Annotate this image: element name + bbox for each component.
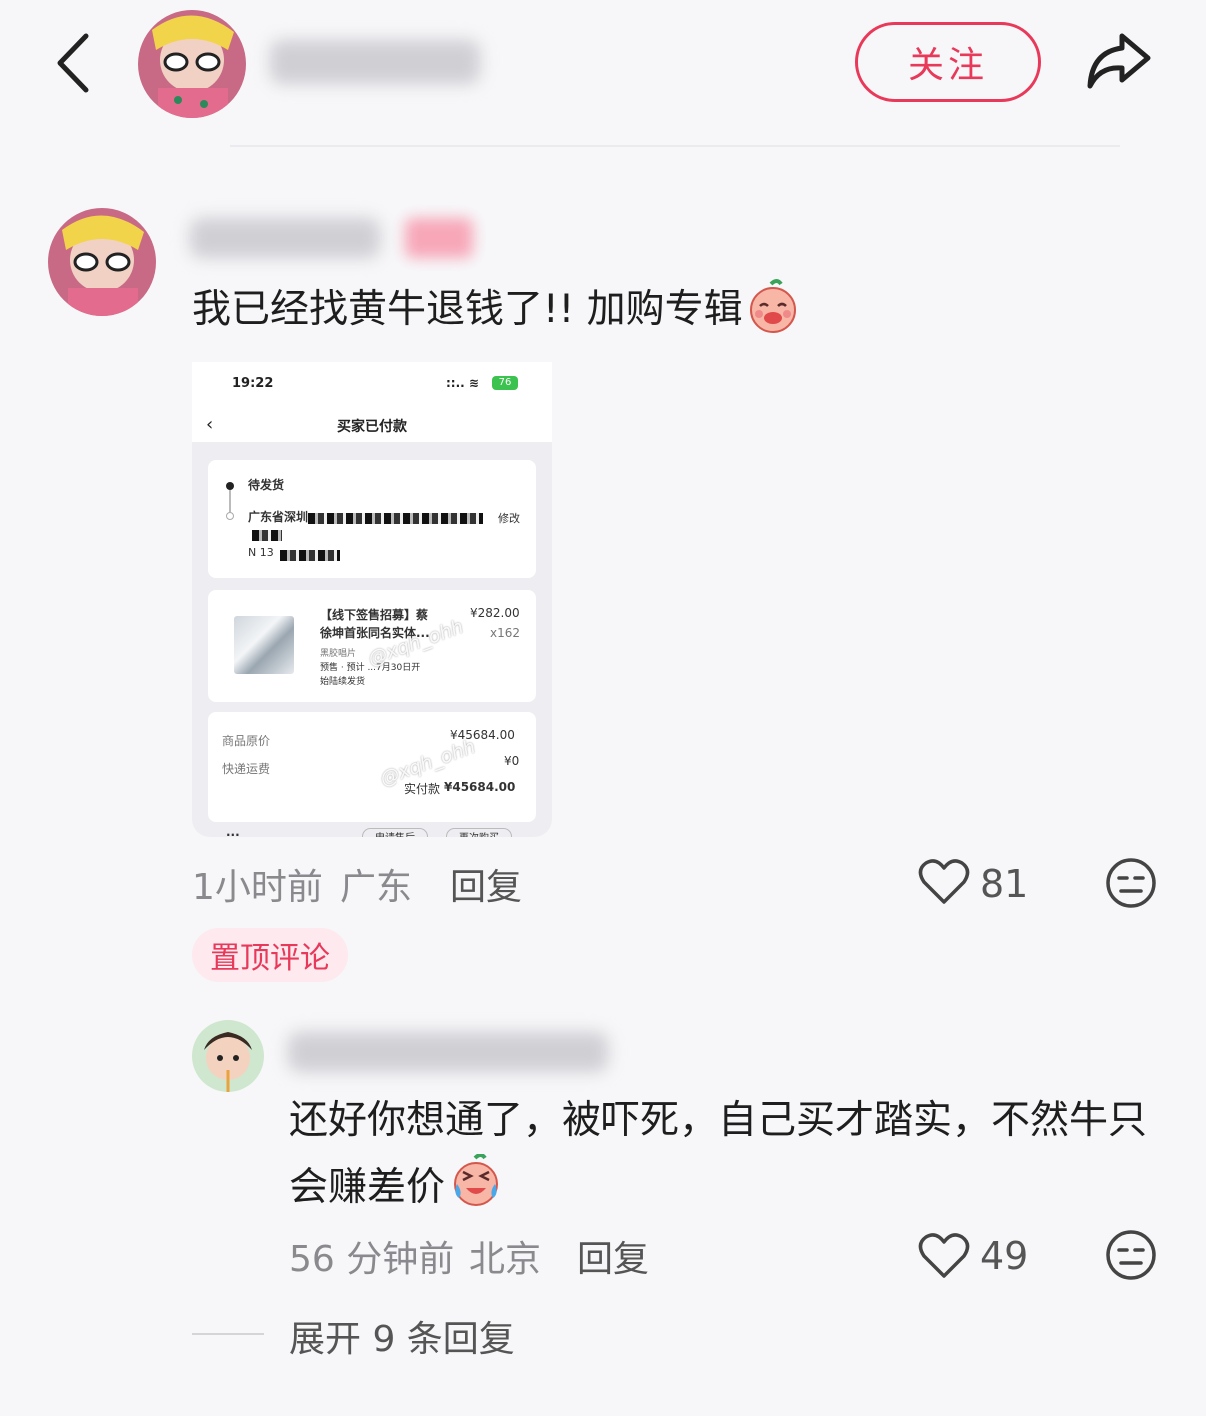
- address-card: 待发货 广东省深圳 修改 N 13: [208, 460, 536, 578]
- reply-like-count: 49: [980, 1234, 1029, 1278]
- screenshot-more: ···: [226, 828, 240, 837]
- author-avatar[interactable]: [138, 10, 246, 118]
- paid-label: 实付款: [404, 782, 441, 796]
- like-count: 81: [980, 862, 1029, 906]
- expand-divider: [192, 1333, 264, 1335]
- peach-emoji: [749, 279, 796, 333]
- reply-text: 还好你想通了，被吓死，自己买才踏实，不然牛只会赚差价: [289, 1088, 1149, 1221]
- modify-link: 修改: [498, 512, 520, 525]
- dislike-icon[interactable]: [1104, 856, 1158, 910]
- product-price: ¥282.00: [470, 606, 520, 620]
- commenter-name-blurred: [190, 218, 380, 258]
- screenshot-time: 19:22: [232, 376, 274, 391]
- original-price-label: 商品原价: [222, 734, 271, 748]
- author-name-blurred: [270, 40, 480, 84]
- buy-again-button: 再次购买: [446, 828, 512, 837]
- signal-wifi-icon: ::.. ≋: [446, 376, 479, 390]
- pinned-comment-badge: 置顶评论: [192, 928, 348, 982]
- reply-reply-button[interactable]: 回复: [577, 1230, 649, 1282]
- heart-icon[interactable]: [918, 1232, 970, 1280]
- order-screenshot-image[interactable]: 19:22 ::.. ≋ 76 ‹ 买家已付款 待发货 广东省深圳 修改 N 1…: [192, 362, 552, 837]
- order-status: 待发货: [248, 478, 285, 492]
- address-line: N 13: [248, 546, 274, 559]
- product-qty: x162: [490, 626, 521, 640]
- product-card: 【线下签售招募】蔡 徐坤首张同名实体... ¥282.00 x162 黑胶唱片 …: [208, 590, 536, 702]
- comment-time: 1小时前: [192, 867, 323, 908]
- follow-button[interactable]: 关注: [855, 22, 1041, 102]
- reply-button[interactable]: 回复: [450, 858, 522, 910]
- dislike-icon[interactable]: [1104, 1228, 1158, 1282]
- address-mosaic: [308, 513, 483, 524]
- address-mosaic-3: [280, 550, 340, 561]
- comment-location: 广东: [340, 867, 413, 908]
- replier-avatar[interactable]: [192, 1020, 264, 1092]
- paid-amount: ¥45684.00: [444, 780, 516, 794]
- comment-body: 我已经找黄牛退钱了!! 加购专辑: [192, 287, 743, 332]
- price-card: 商品原价 ¥45684.00 快递运费 ¥0 实付款 ¥45684.00 @xq…: [208, 712, 536, 822]
- heart-icon[interactable]: [918, 858, 970, 906]
- reply-time: 56 分钟前: [289, 1239, 455, 1280]
- laugh-cry-emoji: [454, 1154, 499, 1206]
- comment-text: 我已经找黄牛退钱了!! 加购专辑: [192, 278, 799, 334]
- commenter-avatar[interactable]: [48, 208, 156, 316]
- screenshot-title: 买家已付款: [337, 419, 407, 435]
- product-title-1: 【线下签售招募】蔡: [320, 608, 429, 622]
- product-type: 黑胶唱片: [320, 649, 357, 659]
- address-text: 广东省深圳: [248, 510, 309, 524]
- reply-body: 还好你想通了，被吓死，自己买才踏实，不然牛只会赚差价: [289, 1098, 1148, 1210]
- reply-location: 北京: [469, 1239, 542, 1280]
- after-sale-button: 申请售后: [362, 828, 428, 837]
- share-icon[interactable]: [1082, 28, 1154, 94]
- divider: [230, 145, 1120, 147]
- battery-icon: 76: [492, 376, 518, 390]
- address-mosaic-2: [252, 530, 282, 541]
- product-note-2: 始陆续发货: [320, 677, 366, 687]
- replier-name-blurred: [288, 1032, 608, 1072]
- author-badge-blurred: [405, 218, 473, 258]
- shipping-fee: ¥0: [504, 754, 520, 768]
- back-icon[interactable]: [48, 28, 108, 98]
- expand-replies-button[interactable]: 展开 9 条回复: [289, 1310, 515, 1362]
- product-thumbnail: [234, 616, 294, 674]
- shipping-label: 快递运费: [222, 762, 271, 776]
